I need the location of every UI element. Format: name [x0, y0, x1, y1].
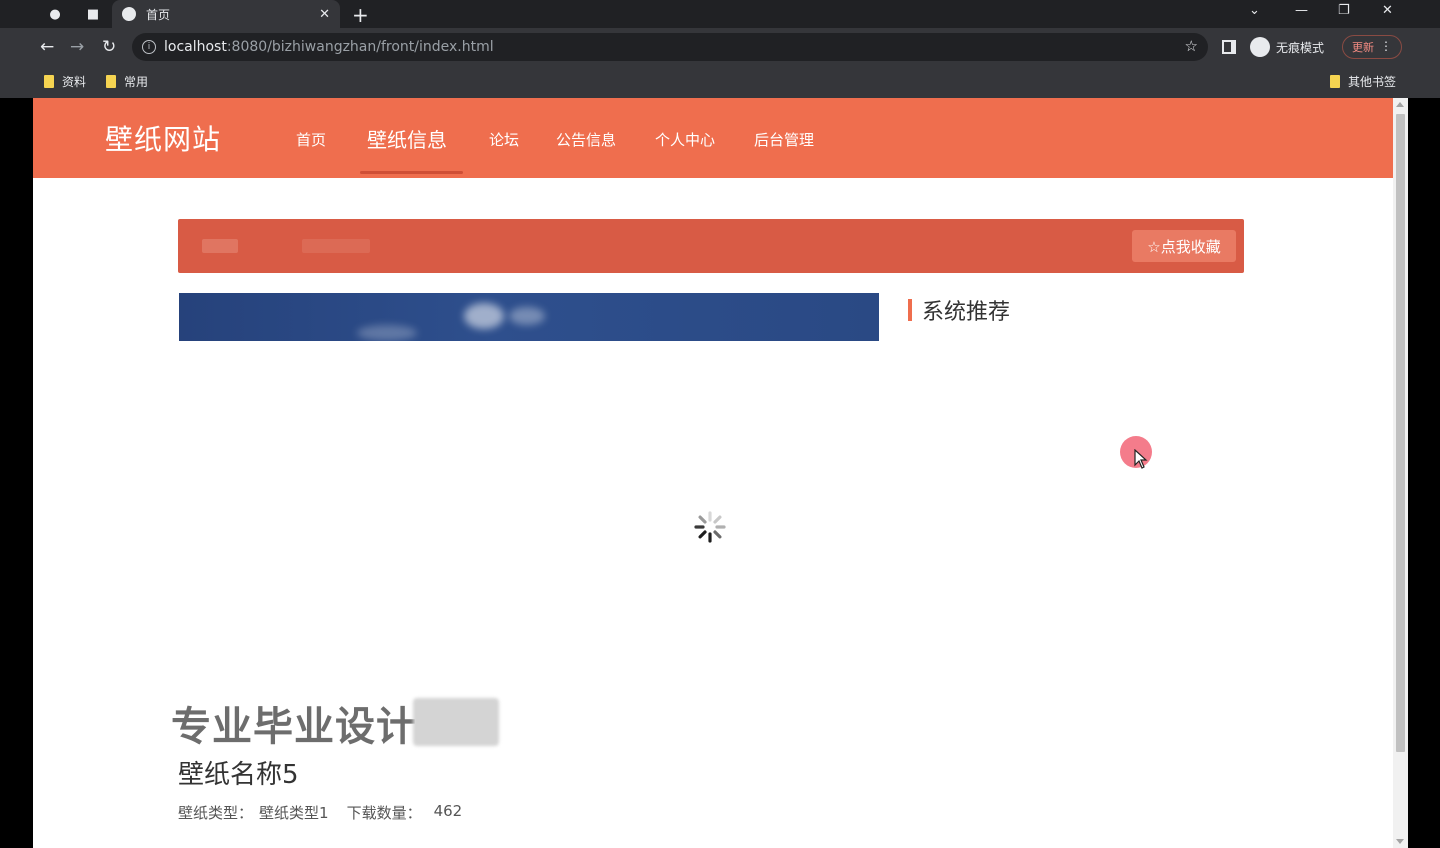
menu-dots-icon[interactable]: ⋮	[1380, 39, 1392, 53]
downloads-value: 462	[433, 802, 463, 820]
bookmarks-bar: 资料 常用 其他书签	[0, 66, 1440, 98]
loading-spinner-icon	[694, 511, 726, 543]
bookmark-label: 资料	[62, 75, 87, 89]
tab-title: 首页	[146, 7, 171, 22]
update-label: 更新	[1352, 41, 1374, 54]
info-icon[interactable]: i	[142, 40, 156, 54]
restore-icon[interactable]: ❐	[1338, 3, 1350, 18]
image-cloud	[509, 307, 545, 325]
nav-admin[interactable]: 后台管理	[754, 129, 814, 150]
window-close-icon[interactable]: ✕	[1382, 3, 1393, 18]
page-viewport: 壁纸网站 首页 壁纸信息 论坛 公告信息 个人中心 后台管理 ☆点我收藏 系统推…	[33, 98, 1408, 848]
other-bookmarks[interactable]: 其他书签	[1330, 73, 1396, 90]
recommend-title: 系统推荐	[922, 300, 1011, 325]
active-nav-indicator	[360, 171, 463, 174]
scrollbar-thumb[interactable]	[1396, 114, 1405, 752]
breadcrumb-bar: ☆点我收藏	[178, 219, 1244, 273]
other-bookmarks-label: 其他书签	[1348, 75, 1397, 89]
scroll-up-icon[interactable]	[1396, 102, 1404, 107]
folder-icon	[106, 75, 116, 88]
page-scrollbar[interactable]	[1393, 98, 1408, 848]
type-value: 壁纸类型1	[259, 804, 329, 822]
bookmark-folder-changyong[interactable]: 常用	[106, 73, 148, 90]
bookmark-label: 常用	[124, 75, 149, 89]
site-logo[interactable]: 壁纸网站	[105, 118, 221, 158]
nav-home[interactable]: 首页	[296, 129, 326, 150]
browser-toolbar: ← → ↻ i localhost :8080/bizhiwangzhan/fr…	[0, 28, 1440, 66]
mouse-cursor-icon	[1134, 449, 1148, 469]
nav-wallpaper-info[interactable]: 壁纸信息	[367, 124, 447, 153]
url-host: localhost	[164, 39, 227, 55]
scroll-down-icon[interactable]	[1396, 839, 1404, 844]
downloads-label: 下载数量：	[346, 804, 422, 822]
update-button[interactable]: 更新 ⋮	[1342, 35, 1402, 59]
folder-icon	[44, 75, 54, 88]
blurred-region	[413, 698, 499, 746]
type-label: 壁纸类型：	[178, 804, 254, 822]
nav-personal-center[interactable]: 个人中心	[655, 129, 715, 150]
favorite-button[interactable]: ☆点我收藏	[1132, 230, 1236, 262]
nav-announcements[interactable]: 公告信息	[556, 129, 616, 150]
tab-search-icon[interactable]: ■	[82, 4, 104, 24]
close-icon[interactable]: ✕	[319, 7, 330, 22]
wallpaper-meta: 壁纸类型： 壁纸类型1 下载数量： 462	[178, 802, 468, 823]
tab-strip: ● ■ 首页 ✕ + ⌄ — ❐ ✕	[0, 0, 1440, 28]
incognito-indicator[interactable]: 无痕模式	[1250, 37, 1324, 57]
incognito-label: 无痕模式	[1276, 40, 1325, 55]
image-cloud	[357, 325, 417, 341]
wallpaper-image	[179, 293, 879, 341]
reload-icon[interactable]: ↻	[102, 37, 116, 57]
globe-icon[interactable]: ●	[44, 4, 66, 24]
url-path: :8080/bizhiwangzhan/front/index.html	[226, 39, 494, 55]
browser-chrome: ● ■ 首页 ✕ + ⌄ — ❐ ✕ ← → ↻ i localhost :80…	[0, 0, 1440, 98]
address-bar[interactable]: i localhost :8080/bizhiwangzhan/front/in…	[132, 33, 1208, 61]
globe-icon	[122, 7, 136, 21]
breadcrumb-placeholder	[202, 239, 238, 253]
folder-icon	[1330, 75, 1340, 88]
forward-icon[interactable]: →	[70, 37, 84, 57]
incognito-icon	[1250, 37, 1270, 57]
side-panel-icon[interactable]	[1222, 40, 1236, 54]
recommend-heading: 系统推荐	[908, 294, 1010, 326]
heading-accent	[908, 299, 912, 321]
bookmark-star-icon[interactable]: ☆	[1185, 37, 1198, 55]
bookmark-folder-ziliao[interactable]: 资料	[44, 73, 86, 90]
wallpaper-name: 壁纸名称5	[178, 760, 299, 790]
breadcrumb-placeholder	[302, 239, 370, 253]
watermark-text: 专业毕业设计	[171, 704, 417, 750]
nav-forum[interactable]: 论坛	[489, 129, 519, 150]
minimize-icon[interactable]: —	[1295, 3, 1308, 18]
back-icon[interactable]: ←	[40, 37, 54, 57]
site-header: 壁纸网站 首页 壁纸信息 论坛 公告信息 个人中心 后台管理	[33, 98, 1393, 178]
chevron-down-icon[interactable]: ⌄	[1249, 3, 1260, 18]
tab-home[interactable]: 首页 ✕	[112, 0, 340, 28]
new-tab-button[interactable]: +	[352, 3, 369, 27]
image-cloud	[464, 303, 504, 329]
